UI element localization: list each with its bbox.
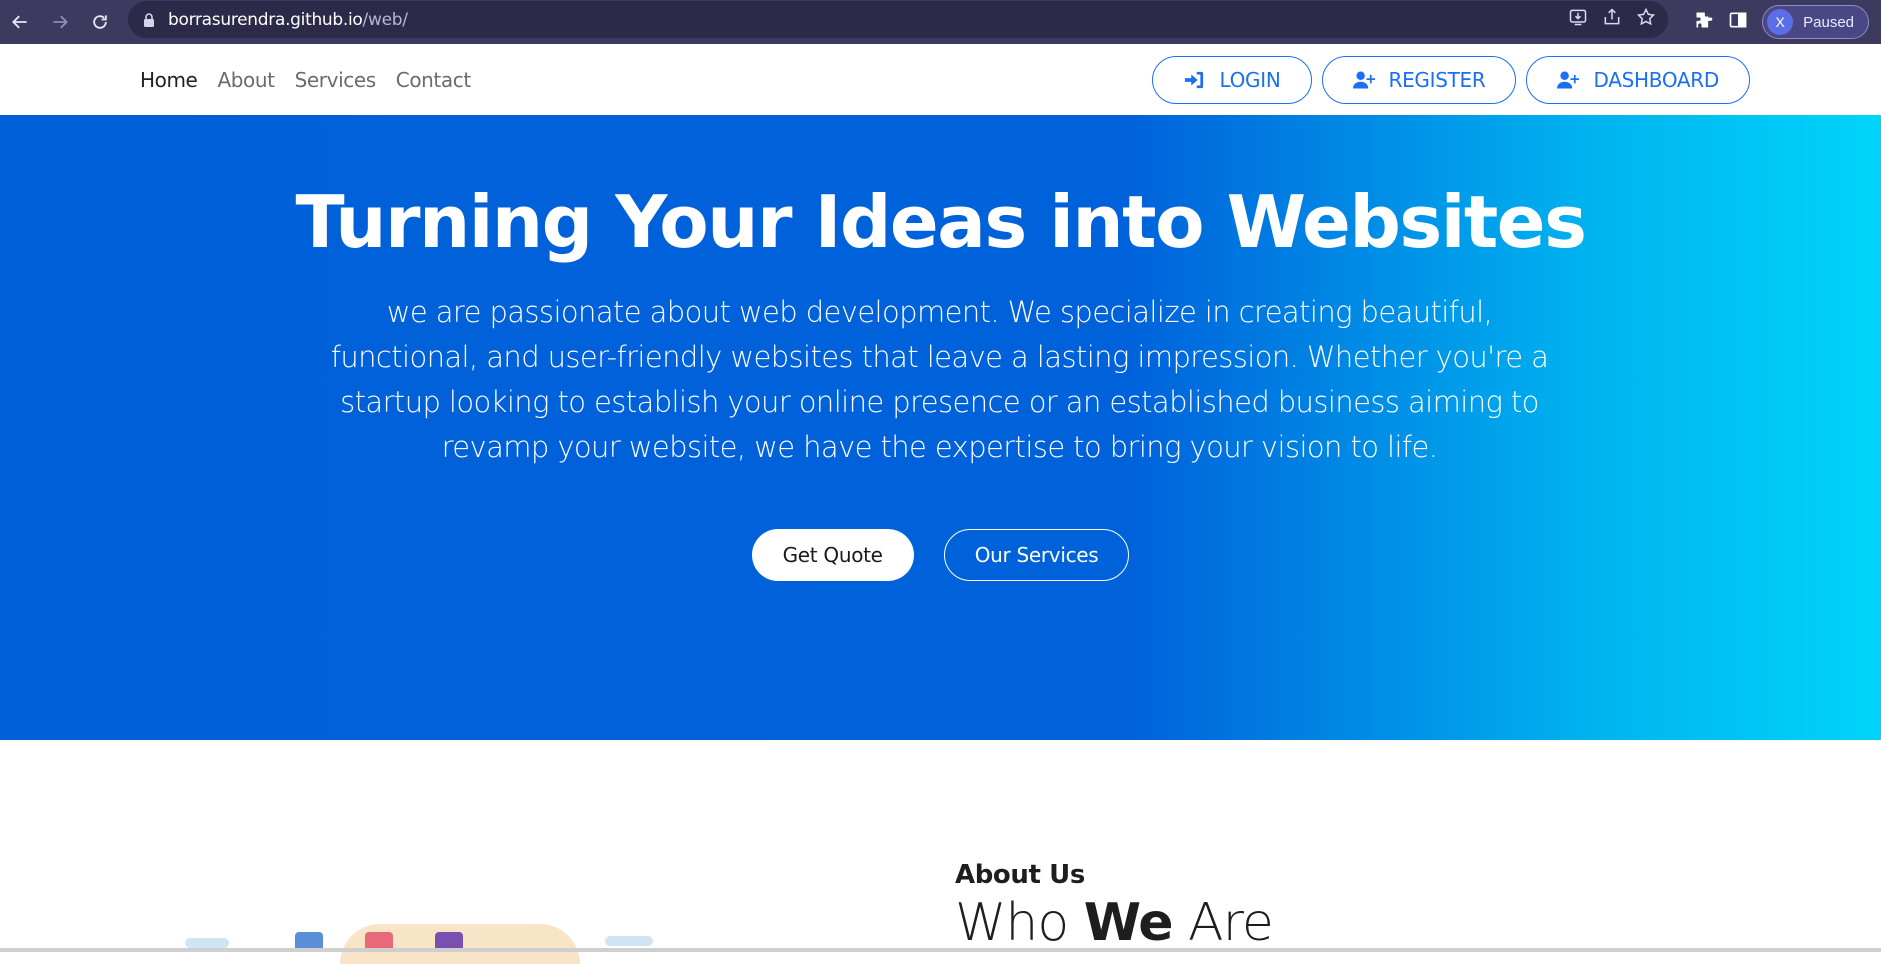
profile-status: Paused — [1803, 13, 1854, 31]
user-plus-icon — [1557, 71, 1580, 89]
cloud-shape — [185, 938, 229, 948]
about-label: About Us — [955, 860, 1085, 890]
about-title-end: Are — [1172, 893, 1274, 953]
dashboard-label: DASHBOARD — [1593, 68, 1719, 92]
nav-link-contact[interactable]: Contact — [396, 68, 471, 92]
about-title: Who We Are — [955, 893, 1274, 953]
profile-button[interactable]: X Paused — [1762, 5, 1869, 39]
url-host: borrasurendra.github.io — [168, 9, 363, 30]
reload-icon[interactable] — [80, 2, 120, 42]
viewport-edge — [0, 948, 1881, 952]
extensions-icon[interactable] — [1694, 10, 1714, 35]
our-services-button[interactable]: Our Services — [943, 529, 1130, 581]
browser-toolbar: borrasurendra.github.io/web/ X Paused — [0, 0, 1881, 44]
cloud-shape — [605, 936, 653, 946]
lock-icon — [142, 12, 156, 27]
about-illustration — [180, 918, 670, 964]
back-icon[interactable] — [0, 2, 40, 42]
bookmark-star-icon[interactable] — [1636, 7, 1656, 32]
share-icon[interactable] — [1602, 7, 1622, 32]
nav-link-about[interactable]: About — [217, 68, 275, 92]
register-label: REGISTER — [1388, 68, 1486, 92]
nav-link-home[interactable]: Home — [140, 68, 198, 92]
login-label: LOGIN — [1219, 68, 1281, 92]
address-bar[interactable]: borrasurendra.github.io/web/ — [128, 1, 1668, 38]
url-path: /web/ — [362, 9, 408, 30]
sign-in-icon — [1185, 71, 1204, 89]
side-panel-icon[interactable] — [1728, 10, 1748, 35]
nav-actions: LOGIN REGISTER DASHBOARD — [1152, 56, 1750, 104]
about-section: About Us Who We Are — [0, 740, 1881, 964]
about-title-emphasis: We — [1083, 893, 1174, 953]
nav-link-services[interactable]: Services — [295, 68, 377, 92]
nav-links: Home About Services Contact — [140, 44, 471, 115]
avatar: X — [1767, 9, 1794, 35]
hero-actions: Get Quote Our Services — [0, 529, 1881, 581]
hero-title: Turning Your Ideas into Websites — [295, 180, 1587, 264]
forward-icon[interactable] — [40, 2, 80, 42]
install-icon[interactable] — [1568, 7, 1588, 32]
dashboard-button[interactable]: DASHBOARD — [1526, 56, 1750, 104]
hero-description: we are passionate about web development.… — [330, 295, 1549, 464]
about-title-start: Who — [955, 893, 1084, 953]
register-button[interactable]: REGISTER — [1321, 56, 1517, 104]
get-quote-button[interactable]: Get Quote — [751, 529, 914, 581]
user-plus-icon — [1352, 71, 1375, 89]
site-navbar: Home About Services Contact LOGIN REGIST… — [0, 44, 1881, 115]
hero-section: Turning Your Ideas into Websites we are … — [0, 115, 1881, 740]
login-button[interactable]: LOGIN — [1152, 56, 1312, 104]
